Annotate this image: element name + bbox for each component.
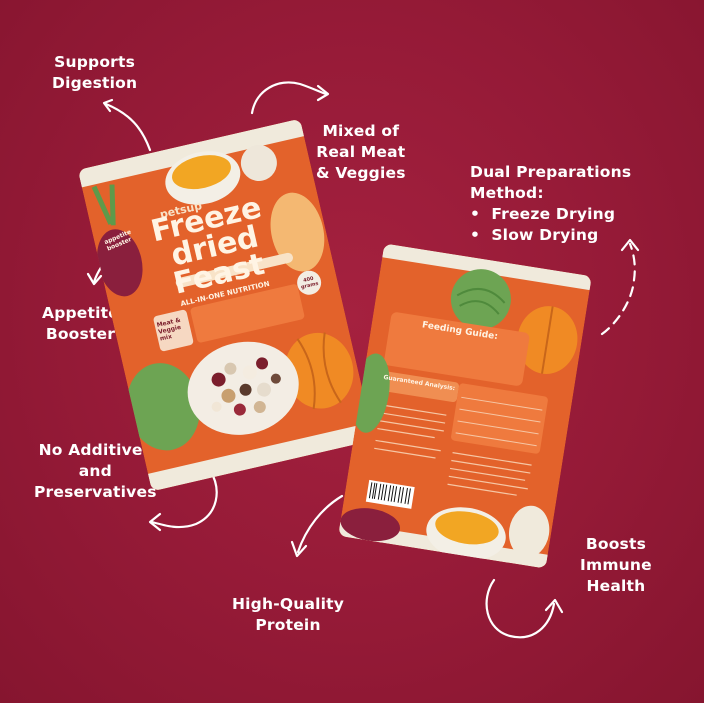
curved-arrow-icon [250, 81, 330, 115]
callout-dual-preparations: Dual Preparations Method: • Freeze Dryin… [470, 163, 632, 244]
callout-immune-health: Boosts Immune Health [580, 535, 652, 595]
callout-supports-digestion: Supports Digestion [52, 53, 138, 92]
dashed-arrow-icon [600, 238, 640, 336]
callout-mixed-meat: Mixed of Real Meat & Veggies [316, 122, 406, 182]
callout-appetite-booster: Appetite Booster [42, 304, 119, 343]
curved-arrow-icon [485, 578, 564, 639]
curved-arrow-icon [102, 98, 152, 152]
callout-no-additives: No Additives and Preservatives [34, 441, 157, 501]
curved-arrow-icon [290, 494, 344, 558]
callout-high-quality-protein: High-Quality Protein [232, 595, 345, 634]
